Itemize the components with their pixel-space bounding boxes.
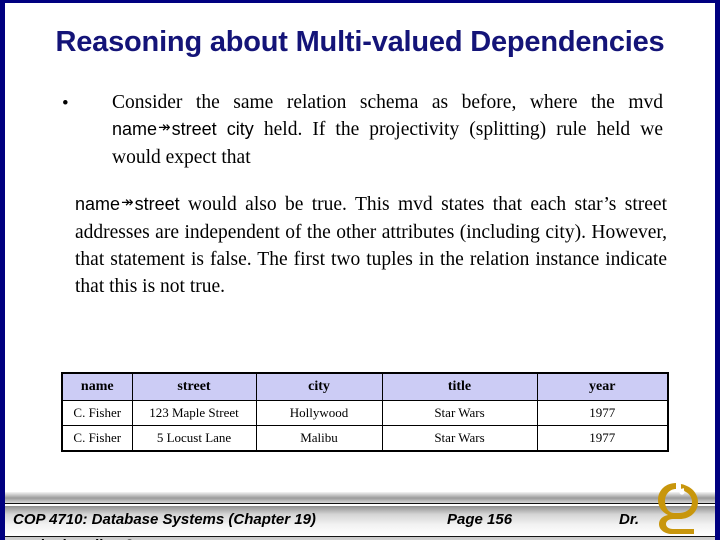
cell-title: Star Wars: [381, 425, 538, 452]
para1-attribute-left: name: [112, 119, 158, 139]
footer-page-number: Page 156: [447, 511, 513, 528]
para2-attribute-right: street: [134, 194, 180, 214]
column-header-year: year: [536, 372, 669, 401]
slide: Reasoning about Multi-valued Dependencie…: [0, 0, 720, 540]
ucf-pegasus-logo-icon: [646, 480, 710, 538]
para1-segment-1: Consider the same relation schema as bef…: [112, 92, 663, 113]
footer-presenter-prefix: Dr.: [619, 511, 640, 528]
cell-city: Malibu: [255, 425, 383, 452]
table-row: C. Fisher 5 Locust Lane Malibu Star Wars…: [61, 425, 669, 452]
relation-instance-table: name street city title year C. Fisher 12…: [61, 372, 669, 452]
cell-name: C. Fisher: [61, 425, 133, 452]
column-header-street: street: [131, 372, 257, 401]
paragraph-2: name↠street would also be true. This mvd…: [5, 171, 715, 300]
mvd-arrow-icon-2: ↠: [121, 193, 134, 211]
footer-course-label: COP 4710: Database Systems (Chapter 19): [13, 511, 316, 528]
column-header-name: name: [61, 372, 133, 401]
mvd-arrow-icon: ↠: [158, 118, 171, 136]
cell-street: 123 Maple Street: [131, 400, 257, 426]
cell-street: 5 Locust Lane: [131, 425, 257, 452]
para2-attribute-left: name: [75, 194, 121, 214]
column-header-title: title: [381, 372, 538, 401]
bullet-marker: •: [62, 93, 69, 114]
footer-divider-strip: [5, 492, 715, 504]
cell-city: Hollywood: [255, 400, 383, 426]
table-row: C. Fisher 123 Maple Street Hollywood Sta…: [61, 400, 669, 426]
cell-year: 1977: [536, 400, 669, 426]
column-header-city: city: [255, 372, 383, 401]
cell-year: 1977: [536, 425, 669, 452]
table-header-row: name street city title year: [61, 372, 669, 401]
slide-body: • Consider the same relation schema as be…: [5, 89, 715, 300]
footer-band: COP 4710: Database Systems (Chapter 19) …: [5, 506, 715, 537]
page-title: Reasoning about Multi-valued Dependencie…: [55, 26, 665, 58]
cell-title: Star Wars: [381, 400, 538, 426]
cell-name: C. Fisher: [61, 400, 133, 426]
slide-footer: COP 4710: Database Systems (Chapter 19) …: [5, 484, 715, 540]
bullet-paragraph-1: • Consider the same relation schema as be…: [5, 89, 715, 171]
para1-attribute-right: street city: [171, 119, 254, 139]
